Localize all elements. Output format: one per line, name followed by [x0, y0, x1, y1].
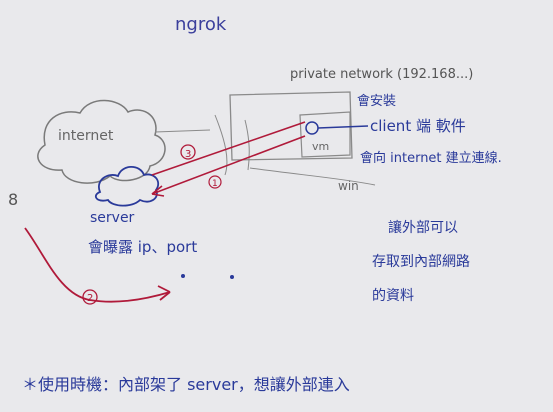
will-install-label: 會安裝	[357, 94, 396, 109]
outside-access-line-3: 的資料	[372, 288, 414, 304]
win-label: win	[338, 179, 359, 193]
outside-access-line-2: 存取到內部網路	[372, 254, 470, 270]
server-label: server	[90, 210, 135, 226]
outside-access-line-1: 讓外部可以	[388, 219, 458, 236]
usage-timing-label: ＊使用時機：內部架了 server，想讓外部連入	[22, 375, 350, 394]
dot-ip	[181, 274, 185, 278]
private-network-label: private network (192.168...)	[290, 67, 473, 82]
establish-connection-label: 會向 internet 建立連線.	[360, 150, 502, 166]
diagram-title: ngrok	[175, 14, 227, 35]
paper-background	[0, 0, 553, 412]
client-software-label: client 端 軟件	[370, 117, 466, 135]
step-3-label: 3	[185, 149, 191, 160]
step-1-label: 1	[212, 179, 218, 189]
diagram-canvas: ngrok private network (192.168...) inter…	[0, 0, 553, 412]
vm-label: vm	[312, 140, 329, 153]
left-mark: 8	[8, 190, 18, 209]
internet-label: internet	[58, 128, 114, 144]
exposes-ip-port-label: 會曝露 ip、port	[88, 238, 197, 256]
dot-port	[230, 275, 234, 279]
step-2-label: 2	[87, 293, 93, 304]
